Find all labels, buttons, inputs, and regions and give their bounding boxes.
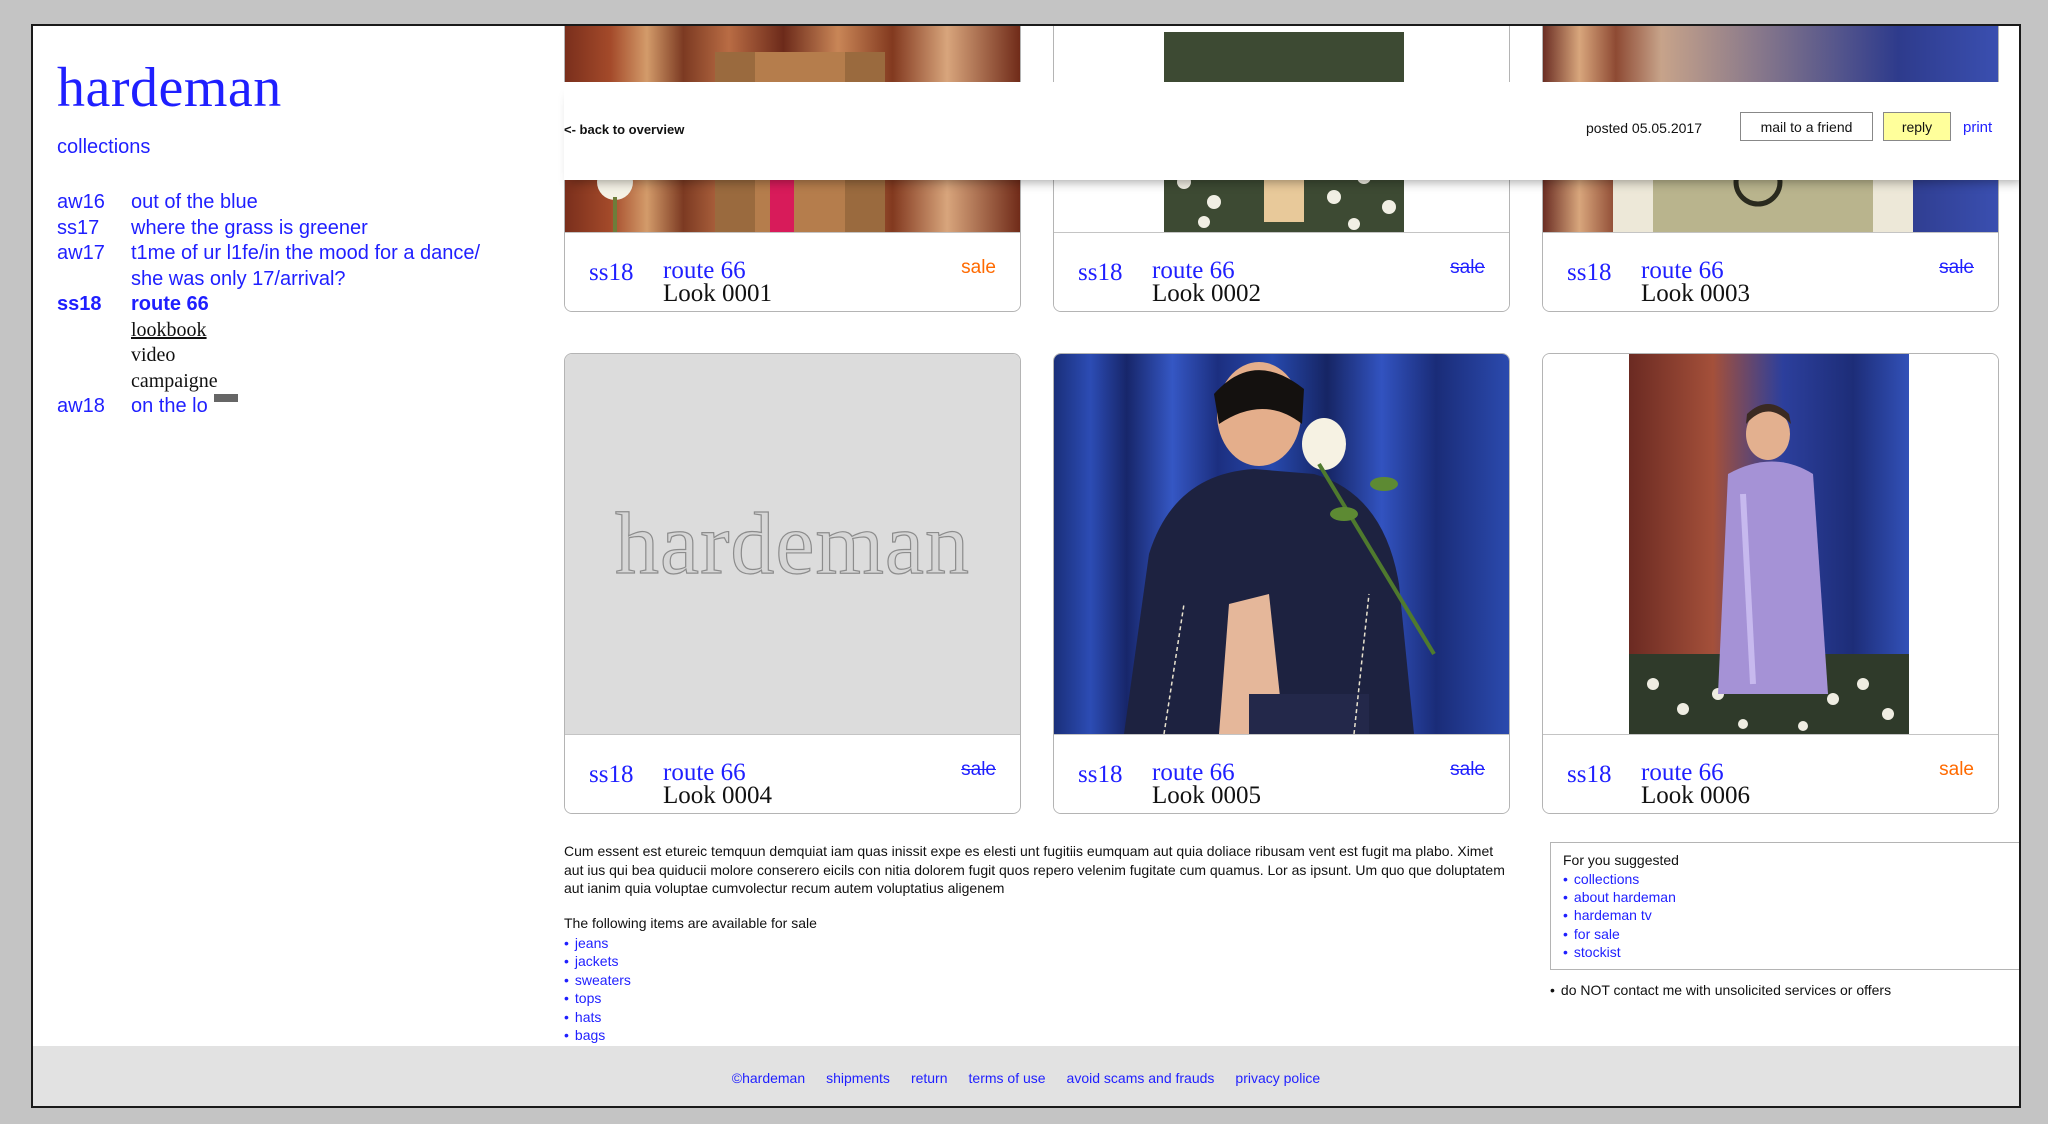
card-season[interactable]: ss18 [1567, 259, 1611, 287]
suggested-heading: For you suggested [1563, 852, 1679, 868]
collection-subnav-container: lookbook video campaigne [57, 318, 511, 395]
photo-illustration [1124, 362, 1436, 734]
for-sale-heading: The following items are available for sa… [564, 915, 817, 931]
for-sale-link-hats[interactable]: hats [564, 1008, 631, 1026]
collections-nav: aw16 out of the blue ss17 where the grass … [57, 190, 511, 420]
card-info: ss18 route 66 Look 0005 sale [1054, 734, 1509, 813]
card-info: ss18 route 66 Look 0003 sale [1543, 232, 1998, 311]
contact-disclaimer: do NOT contact me with unsolicited servi… [1550, 982, 1891, 998]
for-sale-link-tops[interactable]: tops [564, 989, 631, 1007]
photo-illustration [1629, 354, 1909, 734]
subnav-video[interactable]: video [131, 343, 511, 369]
suggested-box: For you suggested collections about hard… [1550, 842, 2019, 970]
top-bar: <- back to overview posted 05.05.2017 ma… [564, 82, 2019, 180]
badge-icon [213, 394, 238, 402]
footer-link-terms[interactable]: terms of use [969, 1070, 1046, 1086]
back-to-overview-link[interactable]: <- back to overview [564, 122, 684, 137]
browser-page: hardeman collections aw16 out of the blue… [31, 24, 2021, 1108]
footer-link-privacy[interactable]: privacy police [1235, 1070, 1320, 1086]
footer-link-copyright[interactable]: ©hardeman [732, 1070, 805, 1086]
collection-item-ss18[interactable]: ss18 route 66 [57, 292, 511, 318]
mail-to-friend-button[interactable]: mail to a friend [1740, 112, 1873, 141]
card-look: Look 0005 [1152, 782, 1262, 809]
product-card[interactable]: ss18 route 66 Look 0006 sale [1542, 353, 1999, 814]
card-info: ss18 route 66 Look 0006 sale [1543, 734, 1998, 813]
card-season[interactable]: ss18 [1078, 259, 1122, 287]
footer: ©hardeman shipments return terms of use … [33, 1046, 2019, 1106]
product-card[interactable]: hardeman ss18 route 66 Look 0004 sale [564, 353, 1021, 814]
suggested-link-about[interactable]: about hardeman [1563, 888, 2015, 906]
card-look: Look 0001 [663, 280, 773, 307]
suggested-link-tv[interactable]: hardeman tv [1563, 906, 2015, 924]
card-sale-link[interactable]: sale [1450, 257, 1485, 279]
card-look: Look 0003 [1641, 280, 1751, 307]
collections-link[interactable]: collections [57, 136, 150, 159]
suggested-link-for-sale[interactable]: for sale [1563, 925, 2015, 943]
footer-link-return[interactable]: return [911, 1070, 948, 1086]
for-sale-link-bags[interactable]: bags [564, 1026, 631, 1044]
for-sale-link-jackets[interactable]: jackets [564, 952, 631, 970]
suggested-list: collections about hardeman hardeman tv f… [1563, 870, 2015, 962]
card-info: ss18 route 66 Look 0004 sale [565, 734, 1020, 813]
footer-link-shipments[interactable]: shipments [826, 1070, 890, 1086]
posted-date: posted 05.05.2017 [1586, 120, 1702, 136]
card-season[interactable]: ss18 [589, 761, 633, 789]
product-photo-placeholder[interactable]: hardeman [565, 354, 1020, 734]
card-season[interactable]: ss18 [1078, 761, 1122, 789]
for-sale-link-sweaters[interactable]: sweaters [564, 971, 631, 989]
brand-logo[interactable]: hardeman [57, 56, 282, 120]
card-info: ss18 route 66 Look 0002 sale [1054, 232, 1509, 311]
placeholder-logo: hardeman [614, 495, 970, 593]
card-look: Look 0004 [663, 782, 773, 809]
card-sale-link[interactable]: sale [1939, 257, 1974, 279]
card-season[interactable]: ss18 [589, 259, 633, 287]
subnav-lookbook[interactable]: lookbook [131, 318, 511, 344]
product-card[interactable]: ss18 route 66 Look 0005 sale [1053, 353, 1510, 814]
card-info: ss18 route 66 Look 0001 sale [565, 232, 1020, 311]
card-sale-link[interactable]: sale [1450, 759, 1485, 781]
reply-button[interactable]: reply [1883, 112, 1951, 141]
card-sale-link[interactable]: sale [961, 257, 996, 279]
print-link[interactable]: print [1963, 119, 1992, 136]
suggested-link-stockist[interactable]: stockist [1563, 943, 2015, 961]
collection-item-aw18[interactable]: aw18 on the lo [57, 394, 511, 420]
collection-item-aw17[interactable]: aw17 t1me of ur l1fe/in the mood for a da… [57, 241, 511, 292]
card-season[interactable]: ss18 [1567, 761, 1611, 789]
collection-item-aw16[interactable]: aw16 out of the blue [57, 190, 511, 216]
footer-link-scams[interactable]: avoid scams and frauds [1067, 1070, 1215, 1086]
for-sale-list: jeans jackets sweaters tops hats bags [564, 934, 631, 1044]
suggested-link-collections[interactable]: collections [1563, 870, 2015, 888]
product-photo[interactable] [1543, 354, 1998, 734]
card-sale-link[interactable]: sale [961, 759, 996, 781]
collection-description: Cum essent est etureic temquun demquiat … [564, 843, 1505, 896]
collection-item-ss17[interactable]: ss17 where the grass is greener [57, 216, 511, 242]
subnav-campaigne[interactable]: campaigne [131, 369, 511, 395]
card-look: Look 0006 [1641, 782, 1751, 809]
for-sale-link-jeans[interactable]: jeans [564, 934, 631, 952]
card-sale-link[interactable]: sale [1939, 759, 1974, 781]
collection-subnav: lookbook video campaigne [131, 318, 511, 395]
card-look: Look 0002 [1152, 280, 1262, 307]
product-photo[interactable] [1054, 354, 1509, 734]
